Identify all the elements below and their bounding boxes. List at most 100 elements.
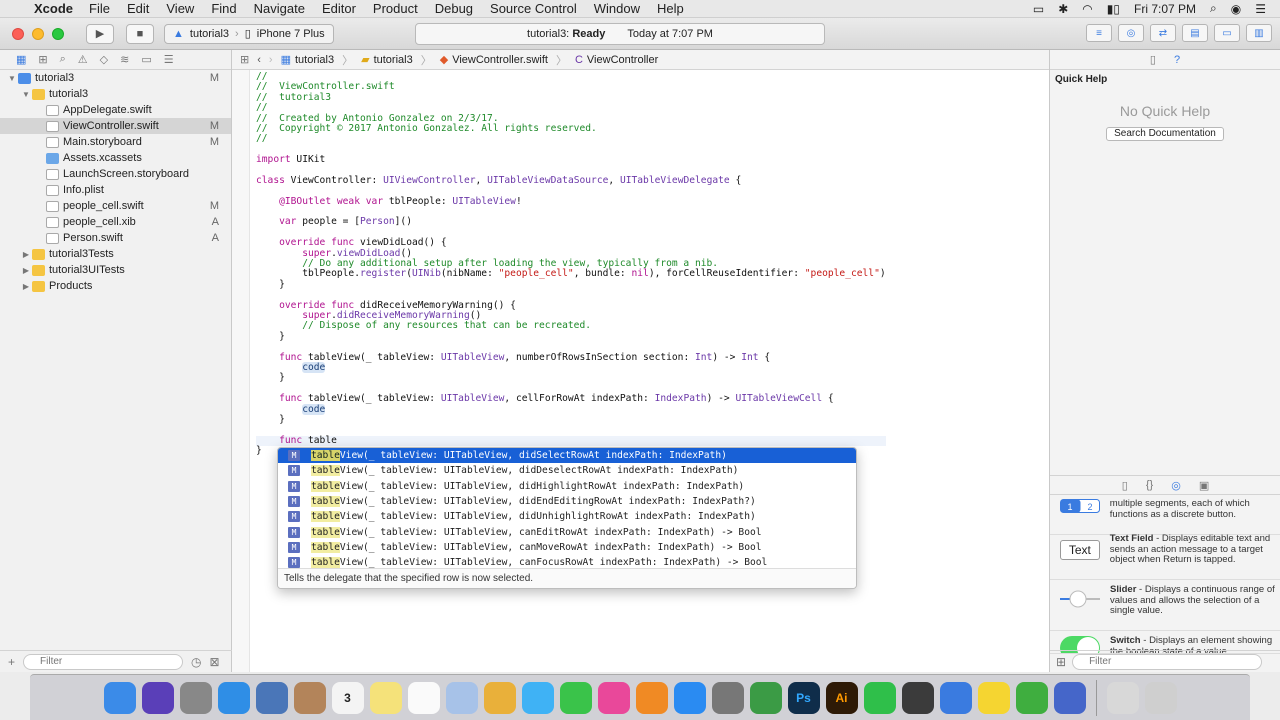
menu-find[interactable]: Find xyxy=(211,1,236,16)
menu-editor[interactable]: Editor xyxy=(322,1,356,16)
disclosure-triangle-icon[interactable]: ▼ xyxy=(20,90,32,99)
file-tree-item[interactable]: Person.swift A xyxy=(0,230,231,246)
trash-icon[interactable] xyxy=(1144,681,1177,714)
completion-item[interactable]: Mtable View(_ tableView: UITableView, did… xyxy=(278,463,856,478)
battery-icon[interactable]: ▮▯ xyxy=(1107,2,1120,16)
find-navigator-tab-icon[interactable]: ⌕ xyxy=(60,53,66,66)
code-line[interactable] xyxy=(256,425,886,435)
code-line[interactable]: // Dispose of any resources that can be … xyxy=(256,321,886,331)
code-line[interactable]: import UIKit xyxy=(256,154,886,165)
code-line[interactable]: } xyxy=(256,279,886,290)
facetime-icon[interactable] xyxy=(559,681,592,714)
lemon-icon[interactable] xyxy=(977,681,1010,714)
minimize-window-button[interactable] xyxy=(32,27,44,40)
utorrent-icon[interactable] xyxy=(1015,681,1048,714)
ibooks-icon[interactable] xyxy=(635,681,668,714)
issue-navigator-tab-icon[interactable]: ⚠ xyxy=(78,53,88,66)
menu-debug[interactable]: Debug xyxy=(435,1,473,16)
zoom-window-button[interactable] xyxy=(52,27,64,40)
app-menu[interactable]: Xcode xyxy=(34,1,73,16)
menu-navigate[interactable]: Navigate xyxy=(254,1,305,16)
grid-view-icon[interactable]: ⊞ xyxy=(1056,655,1066,669)
code-line[interactable]: } xyxy=(256,414,886,425)
file-tree-item[interactable]: Info.plist xyxy=(0,182,231,198)
code-line[interactable]: class ViewController: UIViewController, … xyxy=(256,175,886,186)
whatsapp-icon[interactable] xyxy=(863,681,896,714)
wifi-icon[interactable]: ◠ xyxy=(1082,2,1092,16)
completion-item[interactable]: Mtable View(_ tableView: UITableView, did… xyxy=(278,448,856,464)
quick-help-tab-icon[interactable]: ? xyxy=(1174,54,1180,66)
notes-icon[interactable] xyxy=(369,681,402,714)
completion-item[interactable]: Mtable View(_ tableView: UITableView, did… xyxy=(278,509,856,524)
file-tree-item[interactable]: Main.storyboard M xyxy=(0,134,231,150)
navigator-filter-input[interactable] xyxy=(23,653,184,670)
code-line[interactable]: func tableView(_ tableView: UITableView,… xyxy=(256,393,886,404)
forward-button[interactable]: › xyxy=(269,54,273,66)
toggle-debug-area-icon[interactable]: ▭ xyxy=(1214,24,1240,42)
code-line[interactable]: code xyxy=(256,403,886,415)
scm-status-filter-icon[interactable]: ⊠ xyxy=(210,655,220,669)
file-tree-item[interactable]: ▶ Products xyxy=(0,278,231,294)
reminders-icon[interactable] xyxy=(407,681,440,714)
notification-center-icon[interactable]: ☰ xyxy=(1255,2,1266,16)
code-placeholder-token[interactable]: code xyxy=(302,361,326,373)
close-window-button[interactable] xyxy=(12,27,24,40)
file-tree-item[interactable]: ViewController.swift M xyxy=(0,118,231,134)
report-navigator-tab-icon[interactable]: ☰ xyxy=(164,53,174,66)
system-preferences-icon[interactable] xyxy=(711,681,744,714)
file-tree-item[interactable]: ▼ tutorial3 xyxy=(0,86,231,102)
photoshop-icon[interactable]: Ps xyxy=(787,681,820,714)
breadcrumb-symbol[interactable]: C ViewController xyxy=(575,54,658,66)
file-tree-item[interactable]: LaunchScreen.storyboard xyxy=(0,166,231,182)
code-line[interactable]: // tutorial3 xyxy=(256,92,886,103)
file-tree-item[interactable]: ▶ tutorial3Tests xyxy=(0,246,231,262)
file-tree-item[interactable]: people_cell.xib A xyxy=(0,214,231,230)
mail-icon[interactable] xyxy=(255,681,288,714)
code-line[interactable]: code xyxy=(256,361,886,373)
code-line[interactable]: // xyxy=(256,134,886,144)
disclosure-triangle-icon[interactable]: ▶ xyxy=(20,250,32,259)
breadcrumb-file[interactable]: ◆ ViewController.swift xyxy=(440,53,548,67)
numbers-icon[interactable] xyxy=(749,681,782,714)
file-tree-item[interactable]: ▶ tutorial3UITests xyxy=(0,262,231,278)
clock[interactable]: Fri 7:07 PM xyxy=(1134,2,1196,16)
symbol-navigator-tab-icon[interactable]: ⊞ xyxy=(38,53,47,66)
finder-icon[interactable] xyxy=(103,681,136,714)
code-snippet-library-tab-icon[interactable]: {} xyxy=(1146,479,1153,491)
user-avatar-icon[interactable]: ◉ xyxy=(1231,2,1241,16)
toggle-utilities-icon[interactable]: ▥ xyxy=(1246,24,1272,42)
library-item-text-field[interactable]: Text Text Field - Displays editable text… xyxy=(1050,530,1280,580)
completion-item[interactable]: Mtable View(_ tableView: UITableView, did… xyxy=(278,479,856,494)
menu-source-control[interactable]: Source Control xyxy=(490,1,577,16)
test-navigator-tab-icon[interactable]: ◇ xyxy=(100,53,108,66)
file-tree-item[interactable]: Assets.xcassets xyxy=(0,150,231,166)
menu-file[interactable]: File xyxy=(89,1,110,16)
code-line[interactable] xyxy=(256,145,886,155)
screen-mirroring-icon[interactable]: ▭ xyxy=(1033,2,1044,16)
downloads-icon[interactable] xyxy=(1106,681,1139,714)
calendar-icon[interactable]: 3 xyxy=(331,681,364,714)
messages-icon[interactable] xyxy=(521,681,554,714)
object-library-tab-icon[interactable]: ◎ xyxy=(1171,479,1181,492)
file-tree-item[interactable]: people_cell.swift M xyxy=(0,198,231,214)
stop-button[interactable]: ■ xyxy=(126,23,154,44)
breadcrumb-group[interactable]: ▰ tutorial3 xyxy=(361,53,413,67)
add-file-icon[interactable]: + xyxy=(8,655,15,669)
completion-item[interactable]: Mtable View(_ tableView: UITableView, can… xyxy=(278,540,856,555)
photos-icon[interactable] xyxy=(483,681,516,714)
code-line[interactable]: var people = [Person]() xyxy=(256,217,886,227)
toggle-navigator-icon[interactable]: ▤ xyxy=(1182,24,1208,42)
file-template-library-tab-icon[interactable]: ▯ xyxy=(1122,479,1128,492)
editor-gutter[interactable] xyxy=(232,70,250,672)
breadcrumb-project[interactable]: ▦ tutorial3 xyxy=(281,53,335,67)
file-tree-item[interactable]: AppDelegate.swift xyxy=(0,102,231,118)
launchpad-icon[interactable] xyxy=(179,681,212,714)
run-button[interactable]: ▶ xyxy=(86,23,114,44)
disclosure-triangle-icon[interactable]: ▼ xyxy=(6,74,18,83)
app-store-icon[interactable] xyxy=(673,681,706,714)
illustrator-icon[interactable]: Ai xyxy=(825,681,858,714)
code-line[interactable]: } xyxy=(256,331,886,342)
disclosure-triangle-icon[interactable]: ▶ xyxy=(20,266,32,275)
file-tree-item[interactable]: ▼ tutorial3 M xyxy=(0,70,231,86)
code-line[interactable]: func table xyxy=(256,435,886,447)
